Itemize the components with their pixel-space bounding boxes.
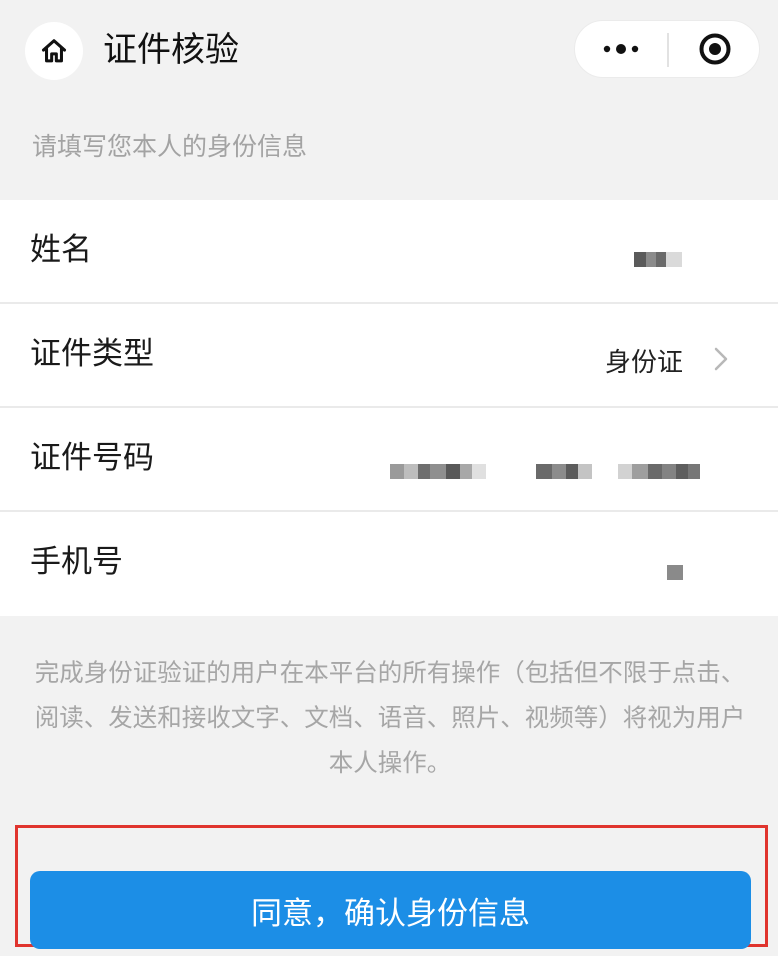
- id-number-value-redacted: [390, 464, 486, 479]
- phone-row[interactable]: 手机号: [0, 512, 778, 616]
- target-circle-icon: [699, 33, 731, 65]
- identity-form: 姓名 证件类型 身份证 证件号码 手机号: [0, 200, 778, 616]
- phone-value-redacted: [667, 565, 683, 580]
- form-hint: 请填写您本人的身份信息: [32, 132, 308, 161]
- page-title: 证件核验: [103, 30, 239, 70]
- more-button[interactable]: [575, 21, 667, 77]
- close-button[interactable]: [671, 21, 759, 77]
- chevron-right-icon: [714, 347, 728, 371]
- id-number-row[interactable]: 证件号码: [0, 408, 778, 512]
- id-number-value-redacted-3: [618, 464, 700, 479]
- more-dots-icon: [603, 44, 639, 54]
- verification-notice: 完成身份证验证的用户在本平台的所有操作（包括但不限于点击、阅读、发送和接收文字、…: [34, 658, 746, 777]
- id-type-value: 身份证: [604, 348, 683, 378]
- phone-label: 手机号: [30, 544, 123, 580]
- home-button[interactable]: [25, 22, 83, 80]
- id-type-row[interactable]: 证件类型 身份证: [0, 304, 778, 408]
- home-icon: [41, 39, 67, 63]
- nav-bar: 证件核验: [0, 0, 778, 100]
- confirm-identity-button[interactable]: 同意，确认身份信息: [30, 871, 751, 949]
- capsule-divider: [667, 33, 669, 67]
- name-value-redacted: [634, 252, 682, 267]
- id-type-label: 证件类型: [30, 336, 154, 372]
- name-label: 姓名: [30, 232, 92, 268]
- mini-program-capsule: [574, 20, 760, 78]
- id-number-value-redacted-2: [536, 464, 592, 479]
- name-row[interactable]: 姓名: [0, 200, 778, 304]
- id-number-label: 证件号码: [30, 440, 154, 476]
